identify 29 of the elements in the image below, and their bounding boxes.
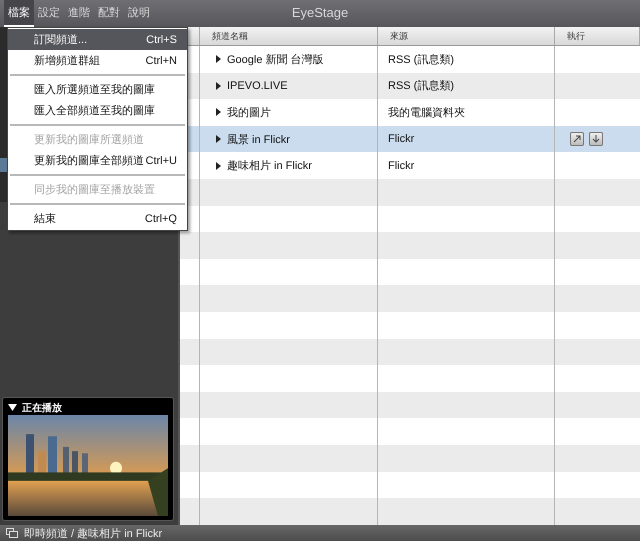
window-title: EyeStage — [292, 5, 348, 20]
menu-entry[interactable]: 訂閱頻道... Ctrl+S — [8, 29, 187, 50]
menu-item[interactable]: 進階 — [64, 0, 94, 27]
menu-entry[interactable]: 結束 Ctrl+Q — [8, 208, 187, 229]
expand-arrow-icon[interactable] — [216, 55, 221, 64]
download-button[interactable] — [589, 132, 603, 146]
expand-arrow-icon[interactable] — [216, 108, 221, 116]
column-header[interactable]: 執行 — [555, 27, 640, 45]
status-text: 即時頻道 / 趣味相片 in Flickr — [24, 526, 162, 540]
menu-item[interactable]: 說明 — [124, 0, 154, 27]
expand-arrow-icon[interactable] — [216, 162, 221, 170]
menu-item[interactable]: 檔案 — [4, 0, 34, 27]
channel-name: IPEVO.LIVE — [227, 80, 288, 92]
open-button[interactable] — [570, 132, 584, 146]
channels-icon — [6, 528, 18, 538]
column-header[interactable]: 頻道名稱 — [200, 27, 378, 45]
arrow-down-icon — [592, 135, 600, 144]
menu-item[interactable]: 設定 — [34, 0, 64, 27]
collapse-triangle-icon[interactable] — [8, 404, 17, 411]
expand-arrow-icon[interactable] — [216, 82, 221, 90]
expand-arrow-icon[interactable] — [216, 135, 221, 144]
channel-name: 我的圖片 — [227, 106, 271, 120]
channel-name: 趣味相片 in Flickr — [227, 159, 312, 174]
now-playing-title: 正在播放 — [22, 402, 62, 414]
arrow-up-right-icon — [573, 135, 581, 144]
menu-item[interactable]: 配對 — [94, 0, 124, 27]
channel-name: 風景 in Flickr — [227, 132, 290, 147]
column-header[interactable]: 來源 — [378, 27, 555, 45]
channel-name: Google 新聞 台灣版 — [227, 52, 324, 67]
